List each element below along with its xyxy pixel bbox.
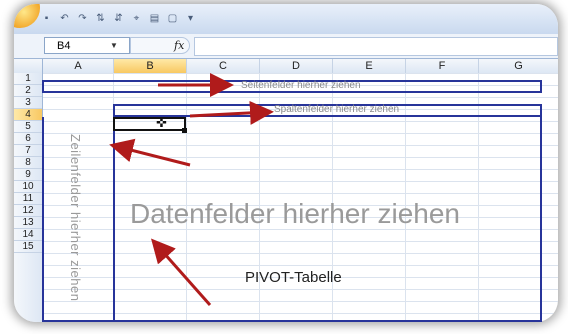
row-header[interactable]: 5 (14, 121, 42, 133)
row-header[interactable]: 9 (14, 169, 42, 181)
chevron-down-icon[interactable]: ▼ (110, 37, 118, 54)
sort-desc-icon[interactable]: ⇵ (112, 12, 125, 25)
fill-handle[interactable] (182, 128, 187, 133)
row-header[interactable]: 15 (14, 241, 42, 253)
row-header[interactable]: 1 (14, 73, 42, 85)
column-header-c[interactable]: C (187, 59, 260, 73)
column-header-e[interactable]: E (333, 59, 406, 73)
column-field-hint: Spaltenfelder hierher ziehen (274, 104, 400, 115)
row-header[interactable]: 8 (14, 157, 42, 169)
formula-bar: B4 ▼ fx (14, 34, 558, 59)
row-header[interactable]: 10 (14, 181, 42, 193)
row-field-hint: Zeilenfelder hierher ziehen (68, 134, 83, 302)
row-header[interactable]: 7 (14, 145, 42, 157)
column-header-b[interactable]: B (114, 59, 187, 73)
row-header[interactable]: 6 (14, 133, 42, 145)
row-header[interactable]: 2 (14, 85, 42, 97)
column-header-a[interactable]: A (43, 59, 114, 73)
column-header-g[interactable]: G (479, 59, 558, 73)
formula-input[interactable] (194, 37, 558, 56)
quick-access-toolbar: ▪ ↶ ↷ ⇅ ⇵ ⌖ ▤ ▢ ▾ (14, 4, 558, 35)
sort-asc-icon[interactable]: ⇅ (94, 12, 107, 25)
page-field-hint: Seitenfelder hierher ziehen (241, 80, 361, 91)
column-headers: A B C D E F G (14, 59, 558, 74)
select-all-corner[interactable] (14, 59, 43, 73)
customize-icon[interactable]: ▾ (184, 12, 197, 25)
save-icon[interactable]: ▪ (40, 12, 53, 25)
chart-icon[interactable]: ▤ (148, 12, 161, 25)
filter-icon[interactable]: ⌖ (130, 12, 143, 25)
print-preview-icon[interactable]: ▢ (166, 12, 179, 25)
undo-icon[interactable]: ↶ (58, 12, 71, 25)
data-field-hint: Datenfelder hierher ziehen (130, 198, 460, 229)
row-header[interactable]: 13 (14, 217, 42, 229)
redo-icon[interactable]: ↷ (76, 12, 89, 25)
row-header[interactable]: 4 (14, 109, 42, 121)
column-header-f[interactable]: F (406, 59, 479, 73)
fx-icon[interactable]: fx (174, 37, 184, 54)
pivot-table-label: PIVOT-Tabelle (245, 269, 342, 286)
row-headers: 1 2 3 4 5 6 7 8 9 10 11 12 13 14 15 (14, 73, 43, 322)
active-cell[interactable] (113, 117, 186, 131)
row-header[interactable]: 12 (14, 205, 42, 217)
row-header[interactable]: 3 (14, 97, 42, 109)
row-header[interactable]: 14 (14, 229, 42, 241)
cell-cursor-icon: ✜ (156, 115, 167, 130)
office-button-icon[interactable] (14, 4, 40, 28)
row-header[interactable]: 11 (14, 193, 42, 205)
column-header-d[interactable]: D (260, 59, 333, 73)
